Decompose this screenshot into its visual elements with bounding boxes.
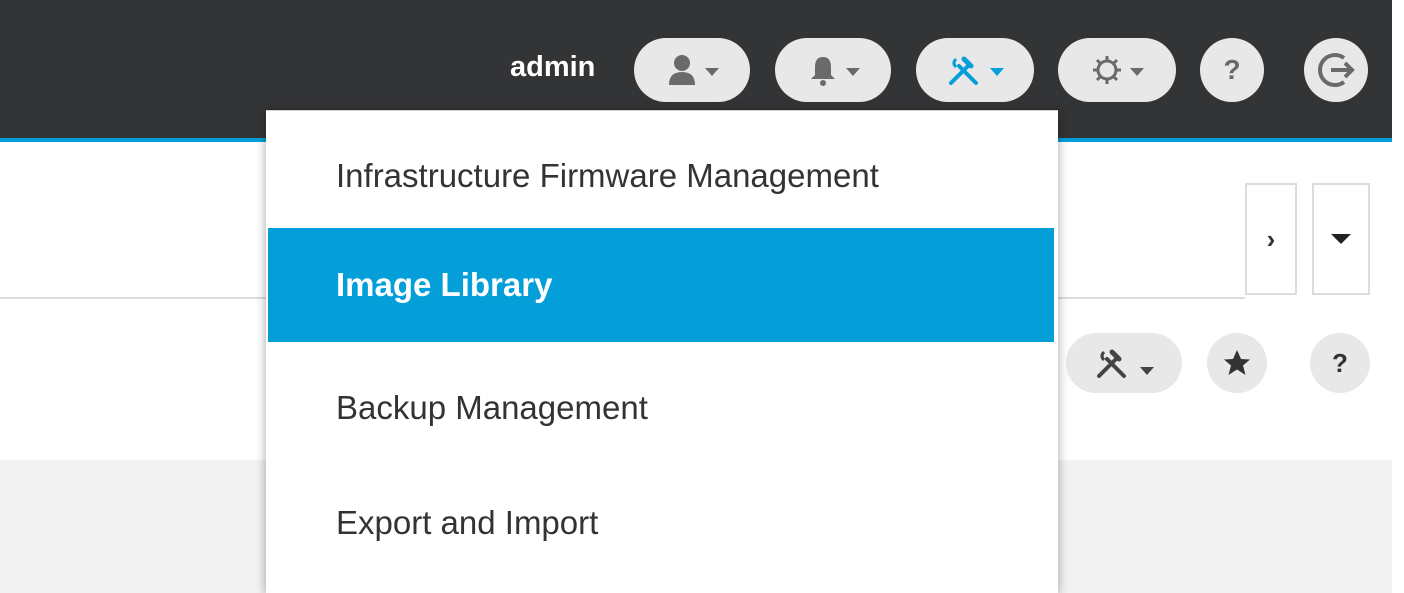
favorite-button[interactable] xyxy=(1207,333,1267,393)
settings-menu-button[interactable] xyxy=(1058,38,1176,102)
chevron-down-icon xyxy=(990,68,1004,76)
chevron-down-icon xyxy=(705,68,719,76)
menu-item-export-and-import[interactable]: Export and Import xyxy=(268,466,1054,580)
menu-item-label: Backup Management xyxy=(336,389,648,426)
chevron-down-icon xyxy=(846,68,860,76)
menu-item-label: Image Library xyxy=(336,266,553,303)
user-icon xyxy=(669,55,695,85)
right-margin xyxy=(1392,0,1404,593)
menu-item-label: Export and Import xyxy=(336,504,599,541)
page-tools-button[interactable] xyxy=(1066,333,1182,393)
menu-item-label: Infrastructure Firmware Management xyxy=(336,157,879,194)
star-icon xyxy=(1224,350,1250,375)
help-icon: ? xyxy=(1332,347,1348,378)
caret-down-icon xyxy=(1331,234,1351,244)
gear-icon xyxy=(1093,56,1121,84)
bell-icon xyxy=(811,57,835,86)
chevron-right-icon: › xyxy=(1266,224,1276,254)
page-help-button[interactable]: ? xyxy=(1310,333,1370,393)
logout-button[interactable] xyxy=(1304,38,1368,102)
help-button[interactable]: ? xyxy=(1200,38,1264,102)
page: admin ? › ? Infrastructure Firmware Mana… xyxy=(0,0,1404,593)
tools-icon xyxy=(949,56,978,85)
tools-menu-button[interactable] xyxy=(916,38,1034,102)
menu-item-image-library[interactable]: Image Library xyxy=(268,228,1054,342)
menu-item-infrastructure-firmware-management[interactable]: Infrastructure Firmware Management xyxy=(268,119,1054,233)
page-options-dropdown[interactable] xyxy=(1312,183,1370,295)
tools-dropdown-menu: Infrastructure Firmware Management Image… xyxy=(266,110,1058,593)
chevron-down-icon xyxy=(1140,367,1154,375)
tools-icon xyxy=(1097,349,1126,378)
user-menu-button[interactable] xyxy=(634,38,750,102)
logout-icon xyxy=(1318,53,1355,87)
chevron-down-icon xyxy=(1130,68,1144,76)
help-icon: ? xyxy=(1223,54,1241,85)
notifications-menu-button[interactable] xyxy=(775,38,891,102)
username-label: admin xyxy=(510,51,596,83)
menu-item-backup-management[interactable]: Backup Management xyxy=(268,351,1054,465)
next-page-button[interactable]: › xyxy=(1245,183,1297,295)
